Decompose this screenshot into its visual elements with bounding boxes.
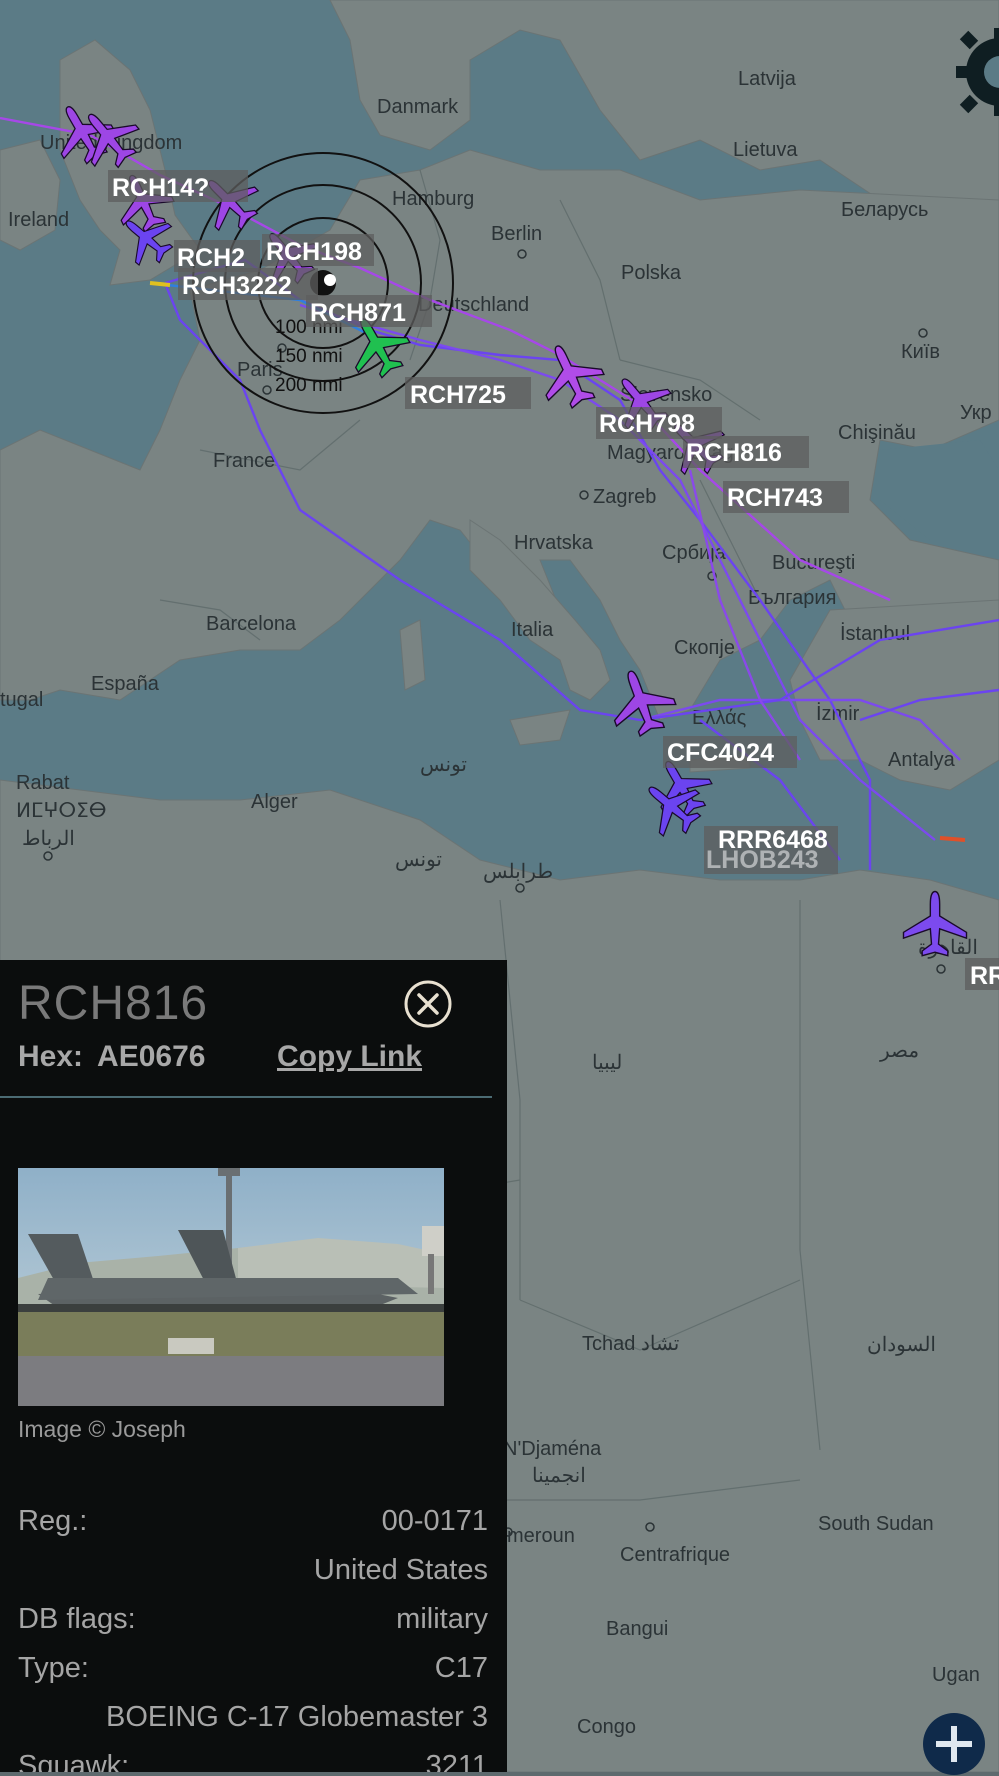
place-latvija: Latvija <box>738 68 797 90</box>
aircraft-info-panel: RCH816 Hex: AE0676 Copy Link Image © Jose <box>0 960 507 1772</box>
callsign-label[interactable]: RCH816 <box>686 439 782 467</box>
callsign-label[interactable]: CFC4024 <box>667 739 774 767</box>
place-hrvatska: Hrvatska <box>514 532 594 554</box>
place-tarabulus: طرابلس <box>483 861 553 883</box>
reg-label: Reg.: <box>18 1505 88 1537</box>
place-istanbul: İstanbul <box>840 622 910 645</box>
place-rabat: Rabat <box>16 772 70 794</box>
place-congo: Congo <box>577 1716 636 1738</box>
place-uganda: Ugan <box>932 1664 980 1686</box>
place-italia: Italia <box>511 619 554 641</box>
callsign-label[interactable]: RCH725 <box>410 381 506 409</box>
copy-link-button[interactable]: Copy Link <box>277 1040 422 1074</box>
place-skopje: Скопје <box>674 637 735 659</box>
place-cameroun: meroun <box>507 1525 575 1547</box>
callsign-label[interactable]: RRR6468 <box>718 826 828 854</box>
place-zagreb: Zagreb <box>593 486 656 508</box>
squawk-label: Squawk: <box>18 1750 130 1772</box>
callsign-label[interactable]: RCH2 <box>177 244 245 272</box>
callsign-label[interactable]: RCH14? <box>112 174 209 202</box>
callsign-label[interactable]: RCH3222 <box>182 272 292 300</box>
callsign-label[interactable]: RCH198 <box>266 238 362 266</box>
close-icon[interactable] <box>404 980 452 1028</box>
place-bucuresti: Bucureşti <box>772 552 855 574</box>
place-berlin: Berlin <box>491 223 542 245</box>
aircraft-callsign-title: RCH816 <box>18 977 209 1030</box>
divider <box>0 1096 492 1098</box>
place-danmark: Danmark <box>377 96 459 118</box>
place-kyiv: Київ <box>901 341 940 363</box>
zoom-in-button[interactable] <box>922 1712 986 1776</box>
place-deutschland: Deutschland <box>418 294 529 316</box>
callsign-label[interactable]: RR <box>970 962 999 990</box>
callsign-label[interactable]: RCH743 <box>727 484 823 512</box>
place-france: France <box>213 450 275 472</box>
place-centrafrique: Centrafrique <box>620 1544 730 1566</box>
place-rabat-arabic: الرباط <box>22 828 75 850</box>
place-bangui: Bangui <box>606 1618 668 1640</box>
place-espana: España <box>91 673 160 695</box>
place-tunis-arabic: تونس <box>395 849 442 871</box>
place-ireland: Ireland <box>8 209 69 231</box>
place-south-sudan: South Sudan <box>818 1513 934 1535</box>
place-morocco-tifinagh: ⵍⵎⵖⵔⵉⴱ <box>16 800 107 822</box>
aircraft-photo[interactable] <box>18 1168 444 1406</box>
place-ukraina: Укр <box>960 402 992 424</box>
db-flags-label: DB flags: <box>18 1603 136 1635</box>
hex-row: Hex: AE0676 <box>18 1040 205 1074</box>
place-barcelona: Barcelona <box>206 613 297 635</box>
squawk-value: 3211 <box>425 1750 488 1772</box>
place-lietuva: Lietuva <box>733 139 798 161</box>
place-chisinau: Chişinău <box>838 422 916 444</box>
place-misr: مصر <box>879 1040 919 1062</box>
place-hamburg: Hamburg <box>392 188 474 210</box>
ring-label-150: 150 nmi <box>275 346 343 367</box>
place-ndjamena-arabic: انجمينا <box>532 1465 586 1487</box>
country-value: United States <box>313 1554 488 1586</box>
place-polska: Polska <box>621 262 682 284</box>
place-antalya: Antalya <box>888 749 956 771</box>
place-sudan: السودان <box>867 1334 936 1356</box>
ring-label-200: 200 nmi <box>275 375 343 396</box>
place-bulgaria: България <box>748 587 836 609</box>
place-tchad: Tchad تشاد <box>582 1333 679 1355</box>
db-flags-value: military <box>396 1603 488 1635</box>
reg-value: 00-0171 <box>381 1505 488 1537</box>
range-ring-labels: 100 nmi 150 nmi 200 nmi <box>275 317 343 396</box>
place-ndjamena: N'Djaména <box>503 1438 602 1460</box>
type-description: BOEING C-17 Globemaster 3 <box>106 1701 488 1733</box>
callsign-label[interactable]: RCH798 <box>599 410 695 438</box>
settings-gear-icon[interactable] <box>954 24 999 120</box>
hex-label: Hex: <box>18 1040 84 1073</box>
hex-value: AE0676 <box>97 1040 206 1073</box>
image-credit: Image © Joseph <box>18 1416 186 1442</box>
place-portugal: tugal <box>0 689 43 711</box>
place-alger: Alger <box>251 791 298 813</box>
callsign-label[interactable]: RCH871 <box>310 299 406 327</box>
type-value: C17 <box>434 1652 488 1684</box>
receiver-location-highlight <box>324 274 336 286</box>
place-libya: ليبيا <box>592 1052 622 1074</box>
type-label: Type: <box>18 1652 89 1684</box>
place-tunis: تونس <box>420 754 467 776</box>
place-belarus: Беларусь <box>841 199 928 221</box>
